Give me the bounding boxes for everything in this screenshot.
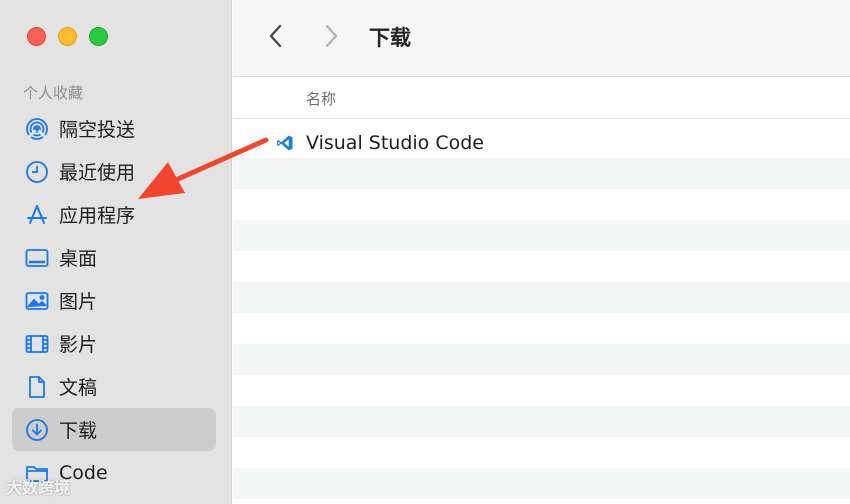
document-icon	[24, 374, 50, 400]
sidebar-item-movies[interactable]: 影片	[12, 322, 216, 365]
table-row[interactable]: Visual Studio Code	[233, 119, 850, 158]
back-button[interactable]	[263, 22, 289, 50]
minimize-window-button[interactable]	[58, 27, 77, 46]
vscode-icon	[277, 135, 293, 151]
empty-row	[233, 158, 850, 189]
film-icon	[24, 331, 50, 357]
sidebar-item-airdrop[interactable]: 隔空投送	[12, 107, 216, 150]
list-header: 名称	[233, 77, 850, 119]
file-list: 名称 Visual Studio Code	[233, 77, 850, 504]
empty-row	[233, 406, 850, 437]
empty-row	[233, 313, 850, 344]
sidebar-item-label: 隔空投送	[59, 119, 136, 141]
sidebar-item-recents[interactable]: 最近使用	[12, 150, 216, 193]
empty-row	[233, 468, 850, 499]
sidebar-item-label: 最近使用	[59, 162, 136, 184]
close-window-button[interactable]	[27, 27, 46, 46]
sidebar-item-applications[interactable]: 应用程序	[12, 193, 216, 236]
empty-row	[233, 437, 850, 468]
sidebar-nav: 隔空投送 最近使用 应用程序 桌面 图片 影片 文稿 下载 Code	[12, 107, 216, 494]
sidebar-item-desktop[interactable]: 桌面	[12, 236, 216, 279]
chevron-right-icon	[325, 24, 338, 48]
forward-button[interactable]	[318, 22, 344, 50]
sidebar-item-label: 桌面	[59, 248, 98, 270]
sidebar-item-label: 下载	[59, 420, 98, 442]
column-header-name[interactable]: 名称	[306, 88, 336, 109]
desktop-icon	[24, 245, 50, 271]
empty-row	[233, 220, 850, 251]
zoom-window-button[interactable]	[89, 27, 108, 46]
sidebar-item-pictures[interactable]: 图片	[12, 279, 216, 322]
sidebar-item-label: 应用程序	[59, 205, 136, 227]
empty-row	[233, 344, 850, 375]
favorites-section-title: 个人收藏	[23, 84, 84, 102]
sidebar-item-documents[interactable]: 文稿	[12, 365, 216, 408]
clock-icon	[24, 159, 50, 185]
sidebar: 个人收藏 隔空投送 最近使用 应用程序 桌面 图片 影片 文稿 下载 Code	[0, 0, 232, 504]
watermark: 大数跨境	[6, 478, 71, 497]
window-title: 下载	[369, 26, 411, 50]
download-icon	[24, 417, 50, 443]
photo-icon	[24, 288, 50, 314]
empty-row	[233, 189, 850, 220]
empty-row	[233, 282, 850, 313]
sidebar-item-label: 图片	[59, 291, 98, 313]
chevron-left-icon	[269, 24, 282, 48]
empty-row	[233, 375, 850, 406]
applications-icon	[24, 202, 50, 228]
empty-row	[233, 251, 850, 282]
window-controls	[27, 27, 108, 46]
sidebar-item-label: 影片	[59, 334, 98, 356]
airdrop-icon	[24, 116, 50, 142]
sidebar-item-label: 文稿	[59, 377, 98, 399]
file-name: Visual Studio Code	[306, 132, 484, 154]
toolbar: 下载	[233, 0, 850, 77]
sidebar-item-downloads[interactable]: 下载	[12, 408, 216, 451]
